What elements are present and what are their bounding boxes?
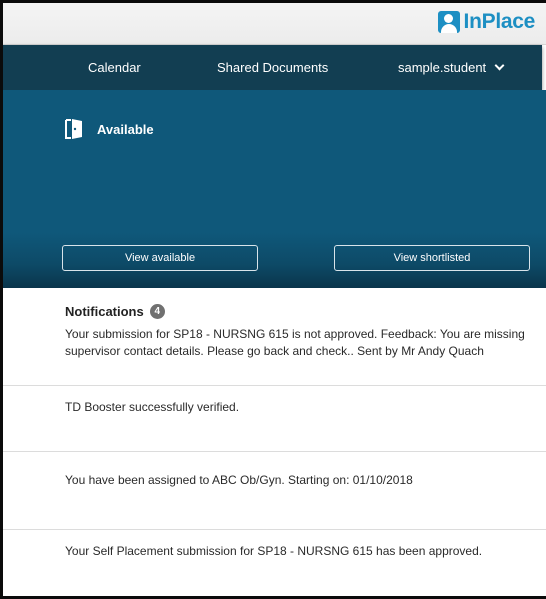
notification-item[interactable]: You have been assigned to ABC Ob/Gyn. St… bbox=[3, 452, 546, 530]
available-heading: Available bbox=[65, 118, 154, 140]
notification-item[interactable]: Your Self Placement submission for SP18 … bbox=[3, 530, 546, 596]
nav-calendar[interactable]: Calendar bbox=[88, 45, 141, 90]
door-icon bbox=[65, 119, 82, 139]
main-nav: Calendar Shared Documents sample.student bbox=[3, 45, 542, 90]
nav-shared-documents[interactable]: Shared Documents bbox=[217, 45, 328, 90]
notification-item[interactable]: TD Booster successfully verified. bbox=[3, 386, 546, 452]
chevron-down-icon bbox=[494, 60, 505, 71]
notification-text: You have been assigned to ABC Ob/Gyn. St… bbox=[65, 473, 413, 487]
notification-text: Your submission for SP18 - NURSNG 615 is… bbox=[65, 327, 525, 358]
top-bar: InPlace bbox=[3, 3, 546, 45]
available-label: Available bbox=[97, 121, 154, 137]
notification-item[interactable]: Your submission for SP18 - NURSNG 615 is… bbox=[3, 322, 546, 386]
notification-text: TD Booster successfully verified. bbox=[65, 400, 240, 414]
view-available-button[interactable]: View available bbox=[62, 245, 258, 271]
notifications-title: Notifications bbox=[65, 304, 144, 319]
logo-text: InPlace bbox=[463, 10, 536, 33]
user-name: sample.student bbox=[398, 60, 487, 75]
user-menu[interactable]: sample.student bbox=[398, 45, 505, 90]
app-frame: InPlace Calendar Shared Documents sample… bbox=[0, 0, 546, 599]
notification-text: Your Self Placement submission for SP18 … bbox=[65, 544, 483, 558]
inplace-logo[interactable]: InPlace bbox=[437, 9, 536, 35]
view-shortlisted-button[interactable]: View shortlisted bbox=[334, 245, 530, 271]
person-badge-icon bbox=[437, 11, 460, 33]
placements-panel: Available View available View shortliste… bbox=[3, 90, 546, 288]
notifications-count-badge: 4 bbox=[149, 304, 165, 319]
notifications-header: Notifications 4 bbox=[65, 304, 165, 319]
